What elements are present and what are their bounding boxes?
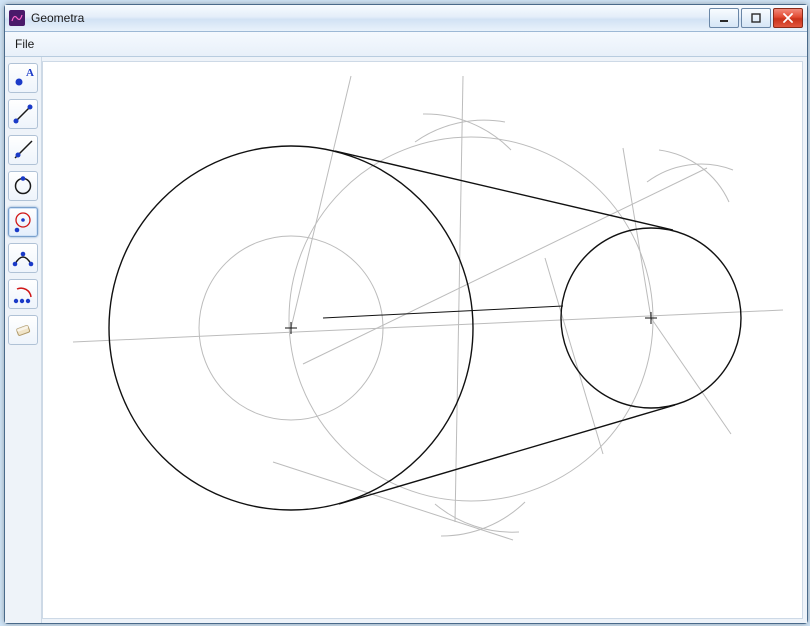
tool-ray[interactable]: [8, 135, 38, 165]
drawing-canvas[interactable]: [42, 61, 803, 619]
tool-arc-3pt[interactable]: [8, 243, 38, 273]
maximize-button[interactable]: [741, 8, 771, 28]
window-title: Geometra: [31, 11, 707, 25]
tool-palette: A: [5, 57, 42, 623]
minimize-button[interactable]: [709, 8, 739, 28]
ray-icon: [12, 139, 34, 161]
tool-circle[interactable]: [8, 171, 38, 201]
tool-point[interactable]: A: [8, 63, 38, 93]
titlebar[interactable]: Geometra: [5, 5, 807, 32]
arc-3pt-icon: [12, 247, 34, 269]
close-icon: [782, 13, 794, 23]
eraser-icon: [12, 319, 34, 341]
menu-file[interactable]: File: [7, 32, 42, 56]
point-icon: A: [12, 67, 34, 89]
minimize-icon: [719, 13, 729, 23]
client-area: A: [5, 57, 807, 623]
geometry-figure: [43, 62, 803, 618]
tool-circle-center-point[interactable]: [8, 207, 38, 237]
circle-center-icon: [12, 211, 34, 233]
app-window: Geometra File: [4, 4, 808, 624]
tool-eraser[interactable]: [8, 315, 38, 345]
svg-text:A: A: [26, 67, 34, 79]
segment-icon: [12, 103, 34, 125]
menubar: File: [5, 32, 807, 57]
app-icon: [9, 10, 25, 26]
close-button[interactable]: [773, 8, 803, 28]
tool-segment[interactable]: [8, 99, 38, 129]
circle-icon: [12, 175, 34, 197]
maximize-icon: [751, 13, 761, 23]
tool-arc-center[interactable]: [8, 279, 38, 309]
arc-center-icon: [12, 283, 34, 305]
window-controls: [707, 8, 803, 28]
